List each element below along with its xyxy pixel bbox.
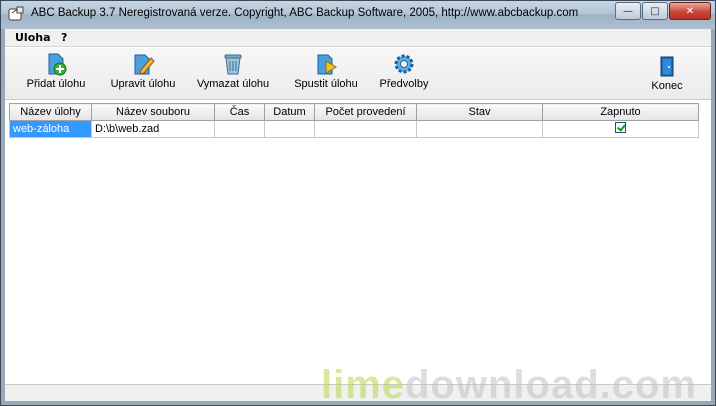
column-header-enabled[interactable]: Zapnuto [542,103,699,121]
exit-door-icon [660,56,674,77]
minimize-button[interactable]: — [615,2,641,20]
edit-task-label: Upravit úlohu [110,78,176,90]
menu-bar: Uloha ? [5,29,711,47]
client-area: Uloha ? Přidat úlohu Upravit úlohu Vymaz… [5,29,711,406]
toolbar: Přidat úlohu Upravit úlohu Vymazat úlohu [5,48,711,100]
run-task-label: Spustit úlohu [294,78,358,90]
menu-help[interactable]: ? [61,31,67,44]
column-header-name[interactable]: Název úlohy [9,103,92,121]
exit-label: Konec [651,80,683,92]
app-icon [8,6,24,21]
run-task-button[interactable]: Spustit úlohu [285,52,367,98]
maximize-button[interactable]: □ [642,2,668,20]
delete-task-icon [224,54,242,75]
task-grid[interactable]: Název úlohy Název souboru Čas Datum Poče… [9,103,699,138]
enabled-checkbox[interactable] [615,122,626,133]
title-bar[interactable]: ABC Backup 3.7 Neregistrovaná verze. Cop… [1,1,715,29]
column-header-time[interactable]: Čas [214,103,265,121]
close-button[interactable]: ✕ [669,2,711,20]
menu-uloha[interactable]: Uloha [15,31,51,44]
close-icon: ✕ [685,5,695,17]
maximize-icon: □ [650,5,660,17]
add-task-button[interactable]: Přidat úlohu [15,52,97,98]
watermark-logo: limedownload.com [321,363,697,406]
edit-task-icon [134,54,155,75]
delete-task-label: Vymazat úlohu [196,78,270,90]
cell-date[interactable] [264,120,315,138]
cell-state[interactable] [416,120,543,138]
column-header-date[interactable]: Datum [264,103,315,121]
delete-task-button[interactable]: Vymazat úlohu [189,52,277,98]
column-header-file[interactable]: Název souboru [91,103,215,121]
cell-runs[interactable] [314,120,417,138]
column-header-runs[interactable]: Počet provedení [314,103,417,121]
add-task-icon [48,53,67,76]
cell-file-name[interactable]: D:\b\web.zad [91,120,215,138]
cell-task-name[interactable]: web-záloha [9,120,92,138]
run-task-icon [317,54,337,75]
minimize-icon: — [623,5,633,17]
app-window: ABC Backup 3.7 Neregistrovaná verze. Cop… [0,0,716,406]
table-row[interactable]: web-záloha D:\b\web.zad [9,120,699,138]
exit-button[interactable]: Konec [637,54,697,100]
window-title: ABC Backup 3.7 Neregistrovaná verze. Cop… [31,7,579,19]
watermark-part-lime: lime [320,363,405,406]
cell-enabled[interactable] [542,120,699,138]
task-table: Název úlohy Název souboru Čas Datum Poče… [9,103,699,138]
preferences-label: Předvolby [379,78,429,90]
column-header-state[interactable]: Stav [416,103,543,121]
edit-task-button[interactable]: Upravit úlohu [101,52,185,98]
settings-gear-icon [394,54,414,74]
table-header-row: Název úlohy Název souboru Čas Datum Poče… [9,103,699,121]
preferences-button[interactable]: Předvolby [371,52,437,98]
watermark-part-download: download.com [405,363,697,406]
add-task-label: Přidat úlohu [26,78,86,90]
cell-time[interactable] [214,120,265,138]
